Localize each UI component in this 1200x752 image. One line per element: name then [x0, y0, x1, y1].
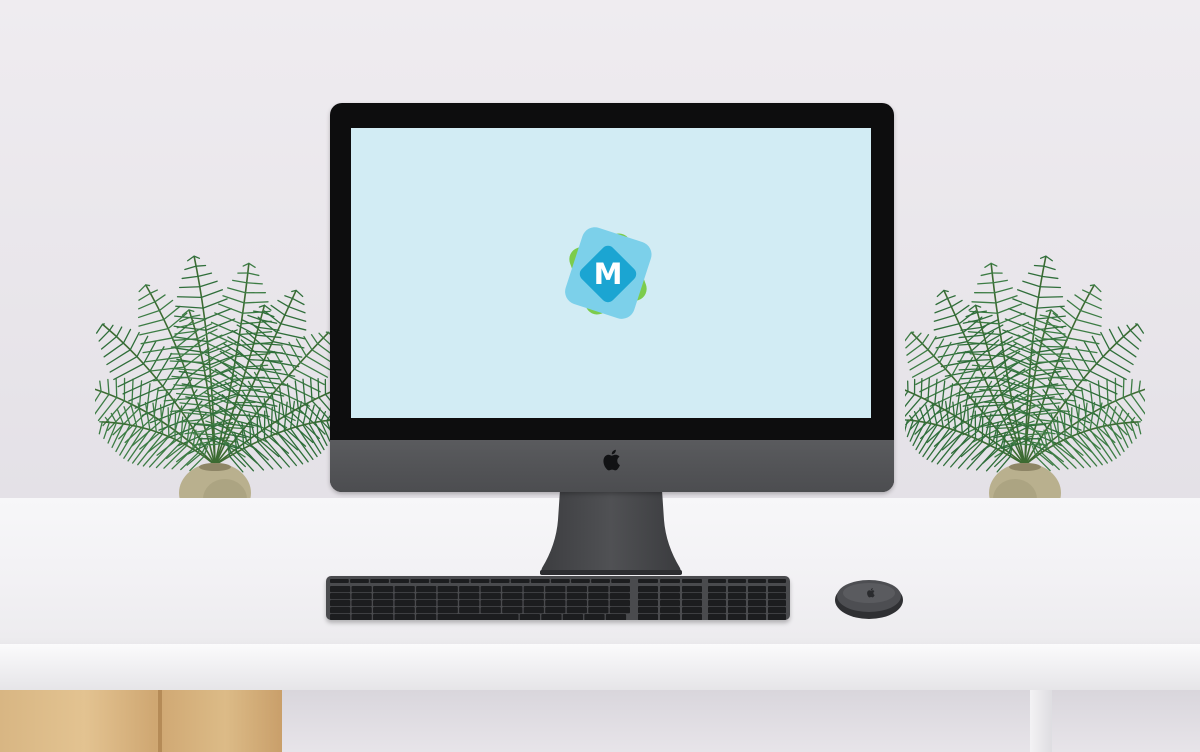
keyboard	[326, 576, 790, 620]
desk-edge	[0, 644, 1200, 690]
apple-icon	[603, 449, 620, 471]
potted-palm-left	[95, 255, 335, 523]
wooden-cabinet	[0, 690, 282, 752]
app-logo: M	[546, 219, 670, 329]
logo-letter: M	[593, 257, 623, 291]
magic-mouse	[835, 580, 903, 619]
imac-stand	[540, 490, 682, 575]
desk-leg	[1030, 690, 1052, 752]
potted-palm-right	[905, 255, 1145, 523]
desk-scene: M	[0, 0, 1200, 752]
